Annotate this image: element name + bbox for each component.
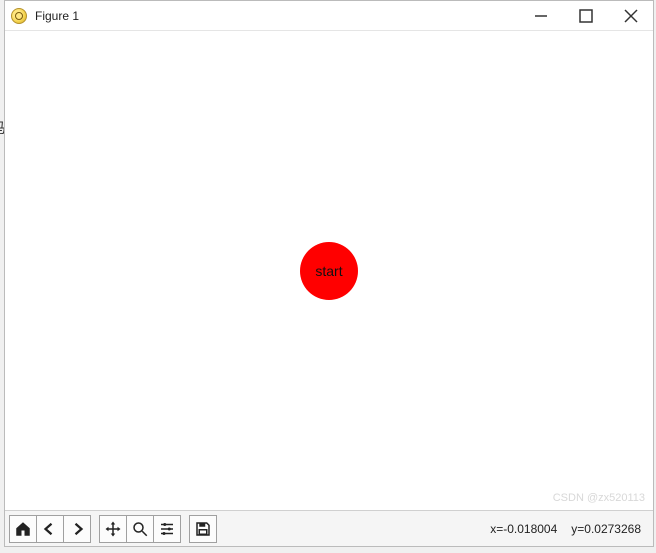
close-button[interactable] xyxy=(608,1,653,31)
plot-canvas[interactable]: start CSDN @zx520113 xyxy=(5,31,653,510)
matplotlib-icon xyxy=(11,8,27,24)
minimize-button[interactable] xyxy=(518,1,563,31)
cursor-coordinates: x=-0.018004 y=0.0273268 xyxy=(490,522,641,536)
navigation-toolbar: x=-0.018004 y=0.0273268 xyxy=(5,510,653,546)
window-title: Figure 1 xyxy=(35,9,79,23)
configure-subplots-button[interactable] xyxy=(153,515,181,543)
start-marker: start xyxy=(300,242,358,300)
figure-window: Figure 1 start CSDN @zx520113 xyxy=(4,0,654,547)
forward-button[interactable] xyxy=(63,515,91,543)
maximize-button[interactable] xyxy=(563,1,608,31)
titlebar: Figure 1 xyxy=(5,1,653,31)
cursor-y: y=0.0273268 xyxy=(571,522,641,536)
home-button[interactable] xyxy=(9,515,37,543)
start-marker-label: start xyxy=(315,263,342,279)
zoom-button[interactable] xyxy=(126,515,154,543)
back-button[interactable] xyxy=(36,515,64,543)
pan-button[interactable] xyxy=(99,515,127,543)
watermark-text: CSDN @zx520113 xyxy=(553,492,645,504)
save-button[interactable] xyxy=(189,515,217,543)
cursor-x: x=-0.018004 xyxy=(490,522,557,536)
